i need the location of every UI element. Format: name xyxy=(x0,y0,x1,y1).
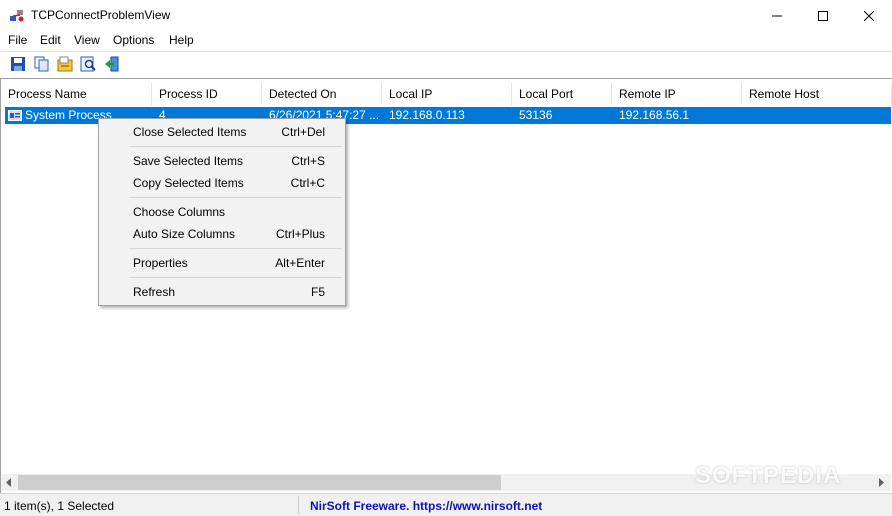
close-icon xyxy=(864,10,874,21)
column-process-id[interactable]: Process ID xyxy=(152,83,262,105)
watermark: SOFTPEDIA xyxy=(695,462,842,489)
save-icon xyxy=(11,57,25,71)
menu-item-close-selected[interactable]: Close Selected Items Ctrl+Del xyxy=(100,121,344,143)
menu-item-label: Properties xyxy=(133,256,188,270)
exit-icon xyxy=(105,56,119,72)
exit-button[interactable] xyxy=(104,56,122,74)
minimize-icon xyxy=(772,15,782,16)
menu-separator xyxy=(129,248,342,249)
status-divider xyxy=(298,496,299,515)
properties-button[interactable] xyxy=(57,56,75,74)
minimize-button[interactable] xyxy=(754,0,800,31)
menu-item-shortcut: Ctrl+Plus xyxy=(275,227,325,241)
menu-options[interactable]: Options xyxy=(113,33,154,47)
column-remote-ip[interactable]: Remote IP xyxy=(612,83,742,105)
menu-separator xyxy=(129,146,342,147)
menu-item-refresh[interactable]: Refresh F5 xyxy=(100,281,344,303)
network-plug-icon xyxy=(10,10,24,22)
title-bar: TCPConnectProblemView xyxy=(0,0,892,31)
menu-item-shortcut: Ctrl+Del xyxy=(281,125,325,139)
menu-item-shortcut: Ctrl+S xyxy=(291,154,325,168)
save-button[interactable] xyxy=(10,56,28,74)
status-bar: 1 item(s), 1 Selected NirSoft Freeware. … xyxy=(0,493,892,516)
column-local-ip[interactable]: Local IP xyxy=(382,83,512,105)
find-icon xyxy=(80,56,96,72)
menu-file[interactable]: File xyxy=(8,33,27,47)
maximize-button[interactable] xyxy=(800,0,846,31)
menu-item-label: Choose Columns xyxy=(133,205,226,219)
scrollbar-thumb[interactable] xyxy=(18,475,501,490)
menu-item-save-selected[interactable]: Save Selected Items Ctrl+S xyxy=(100,150,344,172)
menu-item-copy-selected[interactable]: Copy Selected Items Ctrl+C xyxy=(100,172,344,194)
maximize-icon xyxy=(818,10,828,21)
menu-view[interactable]: View xyxy=(74,33,100,47)
menu-help[interactable]: Help xyxy=(169,33,194,47)
properties-icon xyxy=(57,56,73,72)
menu-edit[interactable]: Edit xyxy=(40,33,61,47)
menu-item-properties[interactable]: Properties Alt+Enter xyxy=(100,252,344,274)
column-header: Process Name Process ID Detected On Loca… xyxy=(1,83,892,105)
nirsoft-link[interactable]: NirSoft Freeware. https://www.nirsoft.ne… xyxy=(310,499,542,513)
scroll-right-icon[interactable] xyxy=(877,478,885,487)
close-button[interactable] xyxy=(846,0,892,31)
process-icon xyxy=(8,110,22,121)
menu-item-shortcut: F5 xyxy=(310,285,325,299)
toolbar xyxy=(0,51,892,78)
menu-item-label: Auto Size Columns xyxy=(133,227,236,241)
menu-bar: File Edit View Options Help xyxy=(0,31,892,51)
copy-icon xyxy=(34,56,49,72)
column-remote-host[interactable]: Remote Host xyxy=(742,83,892,105)
menu-separator xyxy=(129,277,342,278)
menu-item-label: Save Selected Items xyxy=(133,154,244,168)
menu-item-shortcut: Alt+Enter xyxy=(275,256,325,270)
status-item-count: 1 item(s), 1 Selected xyxy=(4,499,115,513)
menu-separator xyxy=(129,197,342,198)
menu-item-label: Copy Selected Items xyxy=(133,176,244,190)
copy-button[interactable] xyxy=(34,56,52,74)
cell-local-port: 53136 xyxy=(519,108,553,122)
find-button[interactable] xyxy=(80,56,98,74)
menu-item-auto-size-columns[interactable]: Auto Size Columns Ctrl+Plus xyxy=(100,223,344,245)
window-title: TCPConnectProblemView xyxy=(31,8,171,22)
scroll-left-icon[interactable] xyxy=(5,478,13,487)
menu-item-choose-columns[interactable]: Choose Columns xyxy=(100,201,344,223)
menu-item-label: Refresh xyxy=(133,285,176,299)
cell-local-ip: 192.168.0.113 xyxy=(389,108,465,122)
column-detected-on[interactable]: Detected On xyxy=(262,83,382,105)
column-process-name[interactable]: Process Name xyxy=(1,83,152,105)
menu-item-shortcut: Ctrl+C xyxy=(290,176,325,190)
context-menu: Close Selected Items Ctrl+Del Save Selec… xyxy=(98,118,346,306)
column-local-port[interactable]: Local Port xyxy=(512,83,612,105)
cell-remote-ip: 192.168.56.1 xyxy=(619,108,690,122)
menu-item-label: Close Selected Items xyxy=(133,125,247,139)
